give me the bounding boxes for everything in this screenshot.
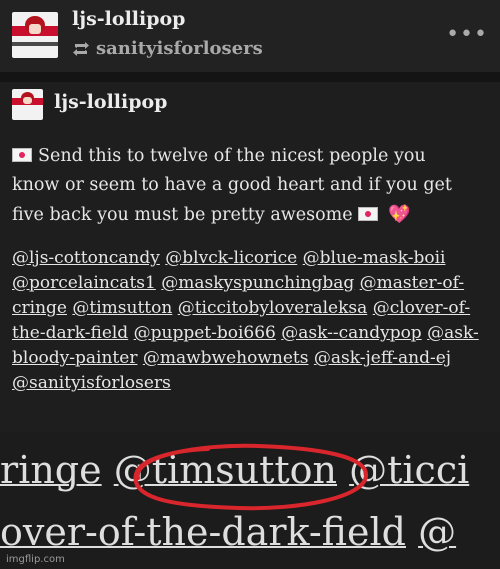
mention-link[interactable]: @timsutton — [72, 298, 172, 318]
mention-link[interactable]: @maskyspunchingbag — [161, 273, 354, 293]
love-letter-icon — [12, 147, 32, 162]
mention-link[interactable]: @blue-mask-boii — [303, 248, 446, 268]
mention-link[interactable]: @ask--candypop — [281, 323, 421, 343]
love-letter-icon — [358, 206, 379, 221]
mention-list: @ljs-cottoncandy @blvck-licorice @blue-m… — [12, 246, 492, 396]
mention-link[interactable]: @mawbwehownets — [143, 348, 309, 368]
mention-link[interactable]: @sanityisforlosers — [12, 373, 171, 393]
reblogged-from[interactable]: sanityisforlosers — [72, 38, 263, 59]
reblog-icon — [73, 41, 89, 56]
reblog-header: ljs-lollipop sanityisforlosers ••• — [0, 0, 500, 72]
avatar[interactable] — [12, 12, 58, 58]
post-message: Send this to twelve of the nicest people… — [12, 146, 452, 225]
mention-link[interactable]: @blvck-licorice — [165, 248, 297, 268]
header-username[interactable]: ljs-lollipop — [72, 8, 185, 30]
mention-link[interactable]: @puppet-boi666 — [134, 323, 276, 343]
mention-link[interactable]: @ljs-cottoncandy — [12, 248, 160, 268]
ellipsis-icon[interactable]: ••• — [446, 22, 488, 47]
mention-link[interactable]: @porcelaincats1 — [12, 273, 156, 293]
reblogged-from-username: sanityisforlosers — [96, 38, 263, 59]
mention-link[interactable]: @ask-jeff-and-ej — [314, 348, 451, 368]
highlight-circle — [133, 443, 368, 511]
mention-link[interactable]: @ticcitobyloveraleksa — [178, 298, 368, 318]
watermark: imgflip.com — [6, 554, 65, 565]
divider — [0, 72, 500, 82]
author-avatar[interactable] — [12, 89, 43, 120]
sparkling-heart-icon: 💖 — [388, 204, 411, 225]
author-username[interactable]: ljs-lollipop — [54, 91, 167, 113]
